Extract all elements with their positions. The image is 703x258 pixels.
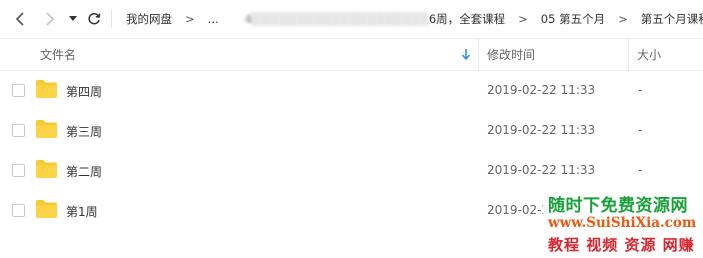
file-name[interactable]: 第四周 xyxy=(66,83,102,100)
breadcrumb-item-current[interactable]: 第五个月课程 xyxy=(641,11,703,27)
file-row[interactable]: 第四周 2019-02-22 11:33 - xyxy=(0,71,703,111)
file-name[interactable]: 第三周 xyxy=(66,123,102,140)
forward-button[interactable] xyxy=(40,9,60,29)
breadcrumb-blurred-text: 4░░░░░░░░░░░░░░░░░░░░ xyxy=(244,12,429,26)
breadcrumb-separator: > xyxy=(618,12,628,26)
file-size: - xyxy=(638,123,643,137)
breadcrumb-item-root[interactable]: 我的网盘 xyxy=(126,11,172,27)
row-checkbox[interactable] xyxy=(12,84,25,97)
file-name[interactable]: 第1周 xyxy=(66,203,98,220)
breadcrumb-item-month[interactable]: 05 第五个月 xyxy=(541,11,605,27)
breadcrumb-separator: > xyxy=(185,12,195,26)
refresh-button[interactable] xyxy=(84,9,104,29)
sort-arrow-down-icon[interactable] xyxy=(461,49,471,63)
column-divider[interactable] xyxy=(478,39,479,70)
folder-icon xyxy=(36,200,57,218)
column-divider[interactable] xyxy=(628,39,629,70)
site-watermark: 随时下免费资源网 www.SuiShiXia.com 教程 视频 资源 网赚 xyxy=(543,188,703,258)
history-dropdown-button[interactable] xyxy=(64,9,82,29)
watermark-title: 随时下免费资源网 xyxy=(548,196,688,216)
row-checkbox[interactable] xyxy=(12,204,25,217)
breadcrumb: 我的网盘 > ... 4░░░░░░░░░░░░░░░░░░░░6周，全套课程 … xyxy=(126,0,703,38)
back-button[interactable] xyxy=(10,9,30,29)
column-header-name[interactable]: 文件名 xyxy=(40,39,76,70)
folder-icon xyxy=(36,80,57,98)
file-modified: 2019-02-22 11:33 xyxy=(487,83,596,97)
refresh-icon xyxy=(88,12,101,25)
breadcrumb-course-suffix: 6周，全套课程 xyxy=(428,12,506,26)
column-header-size[interactable]: 大小 xyxy=(637,39,661,70)
breadcrumb-separator: > xyxy=(518,12,528,26)
file-name[interactable]: 第二周 xyxy=(66,163,102,180)
file-row[interactable]: 第二周 2019-02-22 11:33 - xyxy=(0,151,703,191)
toolbar: 我的网盘 > ... 4░░░░░░░░░░░░░░░░░░░░6周，全套课程 … xyxy=(0,0,703,38)
file-list-header: 文件名 修改时间 大小 xyxy=(0,38,703,71)
breadcrumb-item-ellipsis[interactable]: ... xyxy=(208,12,219,26)
file-row[interactable]: 第三周 2019-02-22 11:33 - xyxy=(0,111,703,151)
folder-icon xyxy=(36,120,57,138)
column-header-modified[interactable]: 修改时间 xyxy=(487,39,535,70)
watermark-url: www.SuiShiXia.com xyxy=(548,215,697,231)
file-modified: 2019-02-22 11:33 xyxy=(487,123,596,137)
chevron-right-icon xyxy=(46,12,55,26)
folder-icon xyxy=(36,160,57,178)
file-modified: 2019-02-22 11:33 xyxy=(487,163,596,177)
row-checkbox[interactable] xyxy=(12,164,25,177)
breadcrumb-item-course[interactable]: 4░░░░░░░░░░░░░░░░░░░░6周，全套课程 xyxy=(245,11,506,27)
caret-down-icon xyxy=(69,16,77,21)
file-size: - xyxy=(638,83,643,97)
toolbar-divider xyxy=(111,10,112,28)
row-checkbox[interactable] xyxy=(12,124,25,137)
file-size: - xyxy=(638,163,643,177)
chevron-left-icon xyxy=(15,12,24,26)
watermark-tagline: 教程 视频 资源 网赚 xyxy=(548,236,695,254)
